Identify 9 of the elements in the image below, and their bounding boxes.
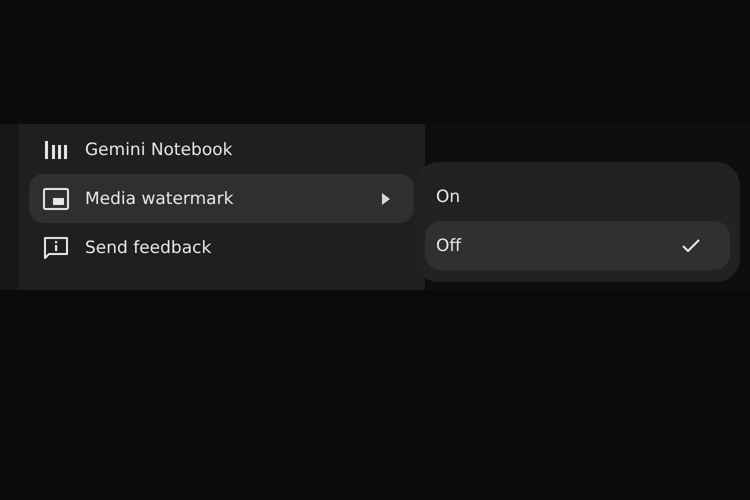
- feedback-icon: [43, 236, 69, 260]
- submenu-option[interactable]: On: [425, 172, 730, 221]
- menu-item[interactable]: Gemini Notebook: [29, 125, 414, 174]
- picture-in-picture-icon: [43, 188, 69, 210]
- menu-item[interactable]: Send feedback: [29, 223, 414, 272]
- submenu-option[interactable]: Off: [425, 221, 730, 270]
- check-icon: [682, 238, 700, 252]
- notebook-icon: [43, 138, 69, 160]
- menu-item[interactable]: Media watermark: [29, 174, 414, 223]
